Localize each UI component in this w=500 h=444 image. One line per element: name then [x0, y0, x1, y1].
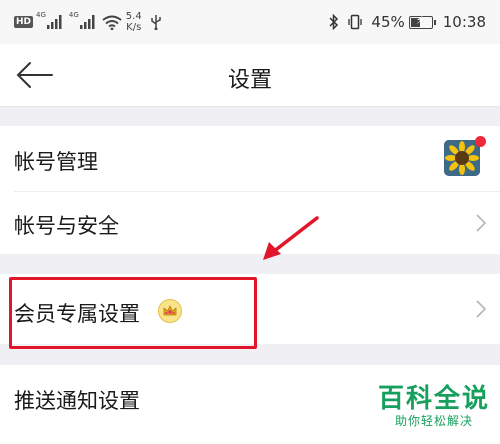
signal-icon [79, 15, 95, 29]
row-label: 推送通知设置 [14, 389, 140, 413]
section-gap [0, 107, 500, 126]
network-type-1: 4G [36, 11, 46, 19]
chevron-right-icon [476, 214, 486, 232]
clock: 10:38 [442, 13, 486, 31]
wifi-icon [102, 15, 122, 30]
charging-bolt-icon: ⚡ [415, 13, 424, 27]
vibrate-icon [348, 14, 363, 30]
speed-unit: K/s [126, 22, 142, 33]
status-left-group: HD 4G 4G 5.4 K/s [14, 9, 162, 35]
battery-icon: ⚡ [408, 13, 436, 29]
settings-row-account-management[interactable]: 帐号管理 [0, 126, 500, 191]
watermark-brand: 百科全说 [377, 384, 490, 414]
settings-row-account-security[interactable]: 帐号与安全 [0, 192, 500, 254]
highlight-annotation-box [9, 277, 257, 349]
watermark-logo: 百科全说 助你轻松解决 [377, 384, 490, 428]
nav-bar: 设置 [0, 44, 500, 107]
avatar [444, 140, 480, 176]
network-speed: 5.4 K/s [126, 11, 142, 33]
speed-value: 5.4 [125, 11, 142, 22]
notification-dot [475, 136, 486, 147]
status-right-group: 45% ⚡ 10:38 [329, 9, 486, 35]
hd-badge: HD [14, 16, 34, 28]
section-gap [0, 254, 500, 274]
status-bar: HD 4G 4G 5.4 K/s 45% ⚡ 10:38 [0, 0, 500, 44]
signal-icon [46, 15, 62, 29]
watermark-tagline: 助你轻松解决 [377, 414, 490, 428]
battery-percent: 45% [371, 13, 405, 31]
row-label: 帐号与安全 [14, 214, 119, 238]
page-title: 设置 [227, 68, 272, 93]
chevron-right-icon [476, 300, 486, 318]
bluetooth-icon [329, 14, 339, 30]
annotation-arrow-icon [263, 216, 319, 260]
row-label: 帐号管理 [14, 150, 98, 174]
usb-icon [150, 15, 161, 30]
sunflower-avatar-icon [444, 140, 480, 176]
network-type-2: 4G [68, 11, 79, 19]
